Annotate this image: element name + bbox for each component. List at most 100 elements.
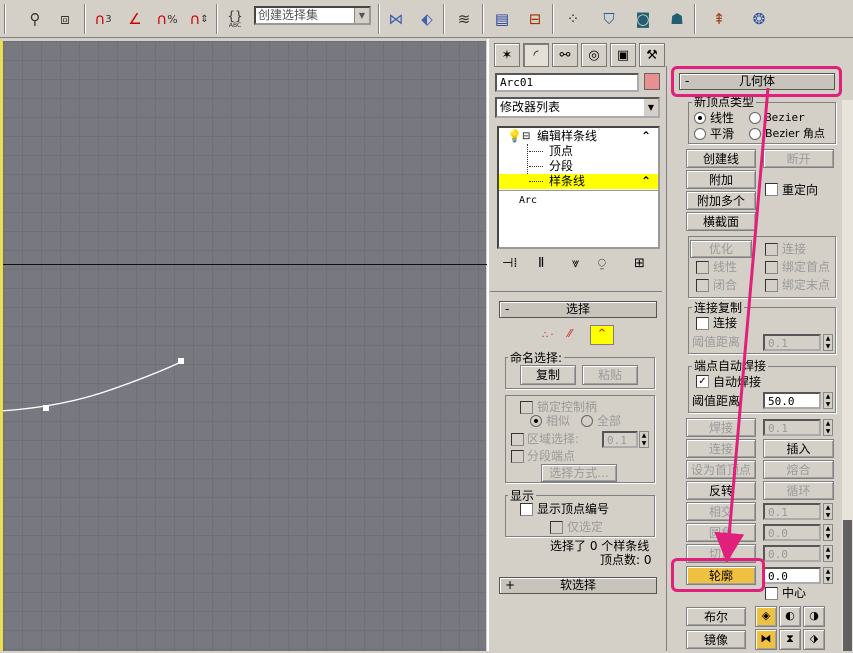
schematic-view-icon[interactable]: ⊟ — [522, 6, 548, 32]
fillet-input[interactable]: 0.0 — [763, 524, 821, 541]
all-radio[interactable] — [581, 415, 593, 427]
panel-scrollbar[interactable] — [842, 100, 853, 651]
viewport[interactable] — [0, 39, 489, 653]
stack-item-vertex[interactable]: 顶点 — [499, 144, 658, 188]
named-selection-icon[interactable]: {} ABC — [222, 6, 248, 32]
configure-modifier-sets-icon[interactable]: ⊞ — [634, 256, 645, 271]
cross-section-button[interactable]: 横截面 — [686, 212, 756, 231]
selection-set-dropdown[interactable]: 创建选择集 ▼ — [254, 6, 371, 25]
threshold-input[interactable]: 0.1 — [763, 334, 821, 351]
fuse-button[interactable]: 熔合 — [763, 460, 834, 479]
copy-button[interactable]: 复制 — [520, 365, 576, 385]
render-scene-icon[interactable]: ⛉ — [596, 6, 622, 32]
utilities-tab-icon[interactable]: ⚒ — [639, 43, 665, 67]
boolean-union-icon[interactable]: ◈ — [755, 606, 777, 627]
align-icon[interactable]: ⬖ — [414, 6, 440, 32]
auto-weld-checkbox[interactable]: ✓ — [696, 375, 709, 388]
smooth-radio[interactable] — [694, 128, 706, 140]
angle-snap-icon[interactable]: ∠ — [122, 6, 148, 32]
select-by-button[interactable]: 选择方式... — [541, 464, 617, 482]
weld-button[interactable]: 焊接 — [686, 418, 756, 437]
soft-selection-rollout-header[interactable]: + 软选择 — [499, 577, 657, 594]
fillet-button[interactable]: 圆角 — [686, 523, 756, 542]
outline-spinner[interactable]: ▲ ▼ — [823, 567, 833, 584]
lock-handles-checkbox[interactable] — [520, 401, 533, 414]
auto-threshold-input[interactable]: 50.0 — [763, 392, 821, 409]
linear-checkbox[interactable] — [696, 261, 709, 274]
break-button[interactable]: 断开 — [763, 149, 834, 168]
collapse-icon[interactable]: ⊟ — [522, 129, 530, 144]
quick-render-icon[interactable]: ◙ — [630, 6, 656, 32]
linear-radio[interactable] — [694, 112, 706, 124]
bezier-corner-radio[interactable] — [749, 128, 761, 140]
create-line-button[interactable]: 创建线 — [686, 149, 756, 168]
stack-item-arc[interactable]: Arc — [499, 193, 658, 208]
connect-checkbox[interactable] — [765, 243, 778, 256]
reverse-button[interactable]: 反转 — [686, 481, 756, 500]
intersect-input[interactable]: 0.1 — [763, 503, 821, 520]
fillet-spinner[interactable]: ▲ ▼ — [823, 524, 833, 541]
arc-vertex[interactable] — [178, 358, 184, 364]
stack-item-spline[interactable]: 样条线 ⌃ — [499, 174, 658, 189]
remove-modifier-icon[interactable]: ⍜ — [598, 256, 606, 271]
show-end-result-icon[interactable]: Ⅱ — [538, 256, 544, 271]
paste-button[interactable]: 粘贴 — [582, 365, 638, 385]
area-selection-checkbox[interactable] — [511, 433, 524, 446]
chevron-down-icon[interactable]: ▼ — [354, 8, 369, 23]
outline-input[interactable]: 0.0 — [763, 567, 821, 584]
selection-rollout-header[interactable]: - 选择 — [499, 301, 657, 318]
motion-tab-icon[interactable]: ◎ — [581, 43, 607, 67]
closed-checkbox[interactable] — [696, 279, 709, 292]
selected-only-checkbox[interactable] — [550, 521, 563, 534]
reorient-checkbox[interactable] — [765, 183, 778, 196]
show-vertex-numbers-checkbox[interactable] — [520, 503, 533, 516]
spline-level-icon[interactable]: ⌃ — [590, 325, 614, 345]
boolean-subtract-icon[interactable]: ◐ — [779, 606, 801, 627]
mirror-horizontal-icon[interactable]: ⧓ — [755, 629, 777, 650]
center-checkbox[interactable] — [765, 587, 778, 600]
bind-last-checkbox[interactable] — [765, 279, 778, 292]
chamfer-spinner[interactable]: ▲ ▼ — [823, 545, 833, 562]
arc-spline[interactable] — [3, 41, 489, 653]
weld-input[interactable]: 0.1 — [763, 419, 821, 436]
area-selection-input[interactable]: 0.1 — [602, 431, 638, 448]
attach-multiple-button[interactable]: 附加多个 — [686, 191, 756, 210]
render-last-icon[interactable]: ☗ — [664, 6, 690, 32]
arc-vertex[interactable] — [43, 405, 49, 411]
lightbulb-icon[interactable]: 💡 — [507, 129, 522, 144]
insert-button[interactable]: 插入 — [763, 439, 834, 458]
threshold-spinner[interactable]: ▲ ▼ — [823, 334, 833, 351]
area-selection-spinner[interactable]: ▲ ▼ — [639, 431, 649, 448]
material-editor-icon[interactable]: ⁘ — [560, 6, 586, 32]
chamfer-input[interactable]: 0.0 — [763, 545, 821, 562]
stack-item-edit-spline[interactable]: 💡 ⊟ 编辑样条线 ⌃ — [499, 129, 658, 144]
make-unique-icon[interactable]: ⩔ — [572, 256, 579, 271]
modify-tab-icon[interactable]: ◜ — [523, 43, 549, 67]
mirror-both-icon[interactable]: ⬗ — [803, 629, 825, 650]
snap-3d-icon[interactable]: ∩ 3 — [90, 6, 116, 32]
intersect-spinner[interactable]: ▲ ▼ — [823, 503, 833, 520]
layer-manager-icon[interactable]: ≋ — [451, 6, 477, 32]
connect-copy-checkbox[interactable] — [696, 317, 709, 330]
object-name-input[interactable]: Arc01 — [495, 73, 639, 92]
weld-spinner[interactable]: ▲ ▼ — [823, 419, 833, 436]
refine-button[interactable]: 优化 — [690, 240, 752, 258]
mirror-vertical-icon[interactable]: ⧗ — [779, 629, 801, 650]
cycle-button[interactable]: 循环 — [763, 481, 834, 500]
intersect-button[interactable]: 相交 — [686, 502, 756, 521]
display-tab-icon[interactable]: ▣ — [610, 43, 636, 67]
mirror-button[interactable]: 镜像 — [686, 630, 746, 649]
modifier-list-dropdown[interactable]: 修改器列表 ▼ — [495, 97, 660, 118]
particle-view-icon[interactable]: ❂ — [746, 6, 772, 32]
mirror-icon[interactable]: ⋈ — [383, 6, 409, 32]
pin-stack-icon[interactable]: ⊣⁞ — [502, 256, 517, 271]
alike-radio[interactable] — [530, 415, 542, 427]
active-shade-icon[interactable]: ⇞ — [706, 6, 732, 32]
select-and-link-icon[interactable]: ⚲ — [22, 6, 48, 32]
object-color-swatch[interactable] — [644, 73, 660, 90]
segment-end-checkbox[interactable] — [511, 450, 524, 463]
chevron-down-icon[interactable]: ▼ — [644, 99, 658, 116]
attach-button[interactable]: 附加 — [686, 170, 756, 189]
boolean-intersect-icon[interactable]: ◑ — [803, 606, 825, 627]
boolean-button[interactable]: 布尔 — [686, 607, 746, 626]
